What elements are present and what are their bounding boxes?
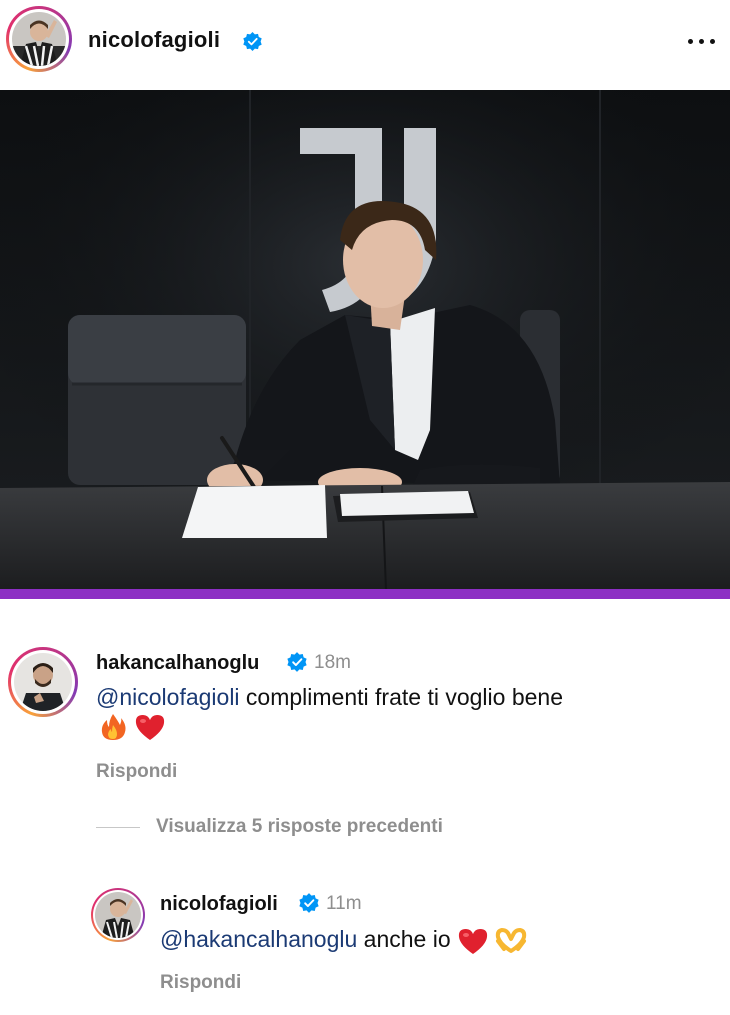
author-avatar[interactable]: [6, 6, 72, 72]
verified-badge-icon: [243, 32, 262, 51]
comment-timestamp: 18m: [314, 652, 351, 673]
heart-hands-icon: [496, 927, 527, 953]
comment-emojis: [98, 712, 166, 744]
red-heart-icon: [136, 715, 165, 740]
replies-divider-line: [96, 827, 140, 828]
post-header: nicolofagioli: [0, 0, 730, 88]
accent-divider: [0, 589, 730, 599]
commenter-avatar[interactable]: [8, 647, 78, 717]
replier-avatar[interactable]: [91, 888, 145, 942]
verified-badge-icon: [299, 893, 319, 913]
author-username[interactable]: nicolofagioli: [88, 27, 220, 53]
reply-body: anche io: [357, 926, 458, 952]
comment-mention[interactable]: @nicolofagioli: [96, 684, 240, 710]
comment-text: @nicolofagioli complimenti frate ti vogl…: [96, 680, 716, 714]
reply-button[interactable]: Rispondi: [160, 972, 241, 994]
red-heart-icon: [458, 928, 488, 954]
view-replies-label: Visualizza 5 risposte precedenti: [156, 816, 443, 837]
comment-username[interactable]: hakancalhanoglu: [96, 652, 259, 675]
fire-icon: [101, 714, 126, 740]
post-photo[interactable]: [0, 90, 730, 590]
reply-mention[interactable]: @hakancalhanoglu: [160, 926, 357, 952]
comment-body: complimenti frate ti voglio bene: [239, 684, 563, 710]
verified-badge-icon: [287, 652, 307, 672]
reply-username[interactable]: nicolofagioli: [160, 893, 278, 916]
more-options-button[interactable]: [682, 26, 722, 56]
reply-text: @hakancalhanoglu anche io: [160, 922, 720, 956]
reply-button[interactable]: Rispondi: [96, 761, 177, 783]
reply-timestamp: 11m: [326, 893, 362, 914]
